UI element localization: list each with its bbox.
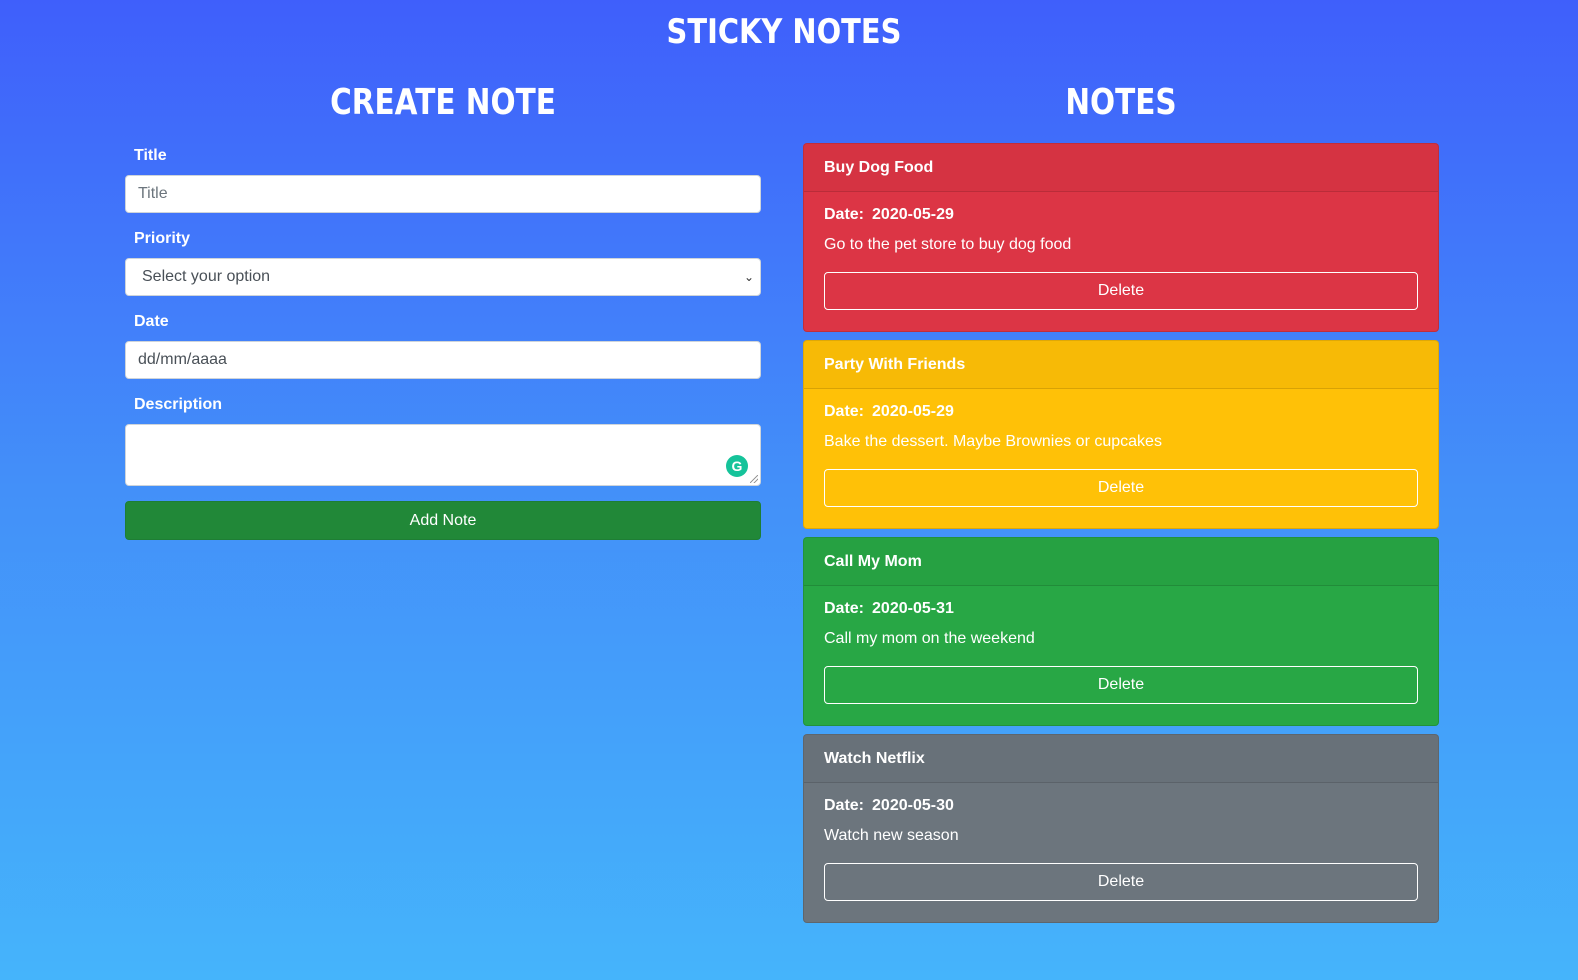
note-title: Call My Mom	[804, 538, 1438, 586]
note-card: Party With Friends Date: 2020-05-29 Bake …	[803, 340, 1439, 529]
resize-handle-icon[interactable]	[750, 475, 758, 483]
note-description: Go to the pet store to buy dog food	[824, 236, 1072, 253]
note-date-value: 2020-05-31	[872, 600, 954, 617]
chevron-down-icon: ⌄	[743, 270, 754, 284]
delete-button[interactable]: Delete	[824, 272, 1418, 310]
note-date-value: 2020-05-29	[872, 206, 954, 223]
title-label: Title	[134, 147, 167, 164]
note-title: Party With Friends	[804, 341, 1438, 389]
note-title: Watch Netflix	[804, 735, 1438, 783]
date-placeholder: dd/mm/aaaa	[138, 351, 227, 368]
date-input[interactable]: dd/mm/aaaa	[125, 341, 761, 379]
note-card: Watch Netflix Date: 2020-05-30 Watch new …	[803, 734, 1439, 923]
note-title: Buy Dog Food	[804, 144, 1438, 192]
note-date-value: 2020-05-30	[872, 797, 954, 814]
note-body: Date: 2020-05-29 Go to the pet store to b…	[804, 192, 1438, 310]
priority-select[interactable]: Select your option ⌄	[125, 258, 761, 296]
title-placeholder: Title	[138, 185, 168, 202]
note-date-label: Date:	[824, 206, 865, 223]
note-body: Date: 2020-05-29 Bake the dessert. Maybe …	[804, 389, 1438, 507]
note-date-value: 2020-05-29	[872, 403, 954, 420]
description-label: Description	[134, 396, 223, 413]
note-date: Date: 2020-05-31	[824, 598, 1418, 620]
grammarly-icon[interactable]: G	[726, 455, 748, 477]
description-textarea[interactable]: G	[125, 424, 761, 486]
delete-button[interactable]: Delete	[824, 469, 1418, 507]
note-card: Buy Dog Food Date: 2020-05-29 Go to the p…	[803, 143, 1439, 332]
date-label: Date	[134, 313, 169, 330]
notes-heading: NOTES	[1065, 82, 1177, 123]
priority-selected-value: Select your option	[142, 268, 271, 285]
note-date: Date: 2020-05-29	[824, 401, 1418, 423]
note-date: Date: 2020-05-30	[824, 795, 1418, 817]
add-note-button[interactable]: Add Note	[125, 501, 761, 540]
notes-panel: NOTES Buy Dog Food Date: 2020-05-29 Go to…	[803, 80, 1439, 923]
note-description: Bake the dessert. Maybe Brownies or cupc…	[824, 433, 1162, 450]
title-input[interactable]: Title	[125, 175, 761, 213]
note-body: Date: 2020-05-30 Watch new season Delete	[804, 783, 1438, 901]
delete-button[interactable]: Delete	[824, 666, 1418, 704]
delete-button[interactable]: Delete	[824, 863, 1418, 901]
note-description: Watch new season	[824, 827, 959, 844]
note-body: Date: 2020-05-31 Call my mom on the weeke…	[804, 586, 1438, 704]
create-note-heading: CREATE NOTE	[330, 82, 556, 123]
app-title: STICKY NOTES	[666, 12, 902, 52]
priority-label: Priority	[134, 230, 191, 247]
note-date: Date: 2020-05-29	[824, 204, 1418, 226]
note-date-label: Date:	[824, 403, 865, 420]
note-description: Call my mom on the weekend	[824, 630, 1035, 647]
create-note-panel: CREATE NOTE Title Title Priority Select …	[125, 80, 761, 540]
note-date-label: Date:	[824, 600, 865, 617]
note-date-label: Date:	[824, 797, 865, 814]
note-card: Call My Mom Date: 2020-05-31 Call my mom …	[803, 537, 1439, 726]
